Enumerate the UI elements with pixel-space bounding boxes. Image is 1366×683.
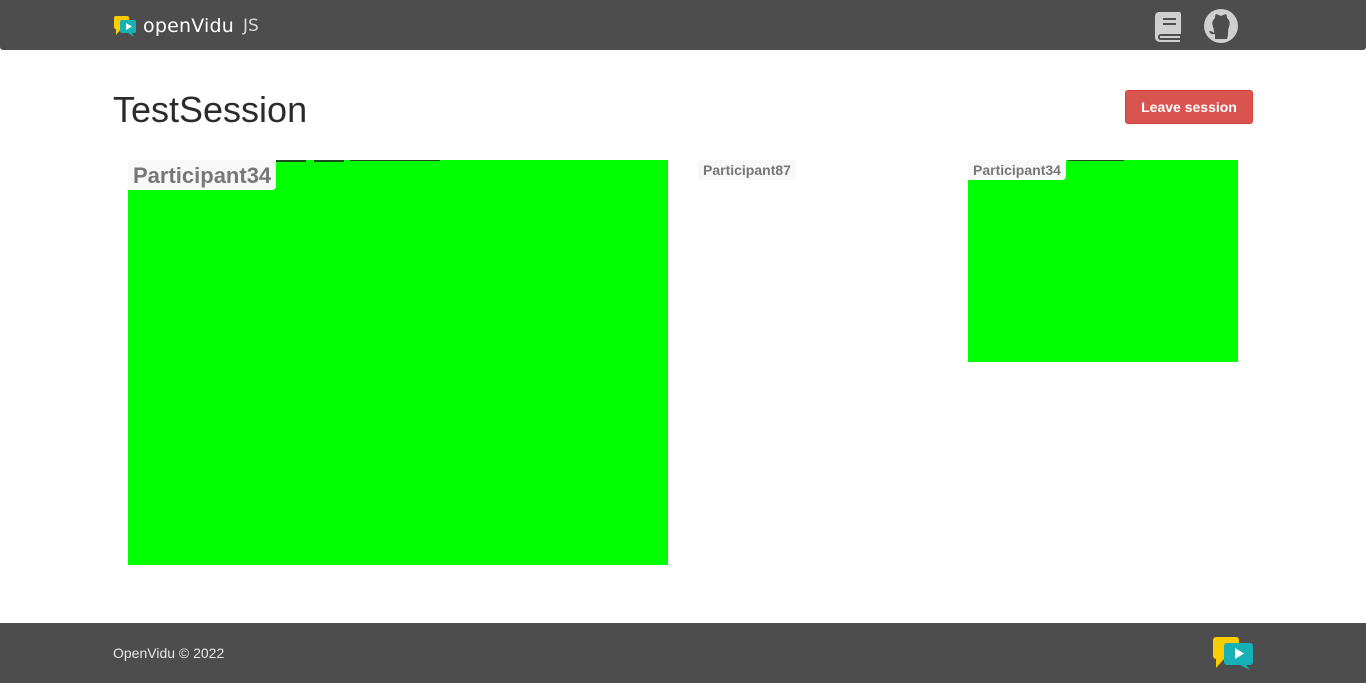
- page-footer: OpenVidu © 2022: [0, 623, 1366, 683]
- leave-session-button[interactable]: Leave session: [1125, 90, 1253, 124]
- video-artifact: [314, 160, 344, 162]
- openvidu-logo-icon: [1213, 637, 1253, 670]
- footer-copyright: OpenVidu © 2022: [113, 645, 225, 661]
- main-video-participant-label: Participant34: [128, 160, 277, 190]
- publisher-participant-label: Participant34: [968, 160, 1066, 180]
- main-video[interactable]: [128, 160, 668, 565]
- openvidu-logo-icon: [114, 16, 136, 37]
- video-artifact: [276, 160, 306, 162]
- book-icon[interactable]: [1151, 8, 1187, 44]
- brand-suffix: JS: [242, 16, 259, 36]
- session-title: TestSession: [113, 89, 308, 130]
- video-artifact: [350, 160, 440, 161]
- brand-link[interactable]: openVidu JS: [113, 14, 259, 38]
- video-artifact: [1068, 160, 1124, 161]
- brand-name: openVidu: [143, 15, 234, 37]
- top-navbar: openVidu JS: [0, 0, 1366, 50]
- publisher-video[interactable]: [968, 160, 1238, 362]
- subscriber-participant-label: Participant87: [698, 160, 796, 180]
- github-icon[interactable]: [1203, 8, 1239, 44]
